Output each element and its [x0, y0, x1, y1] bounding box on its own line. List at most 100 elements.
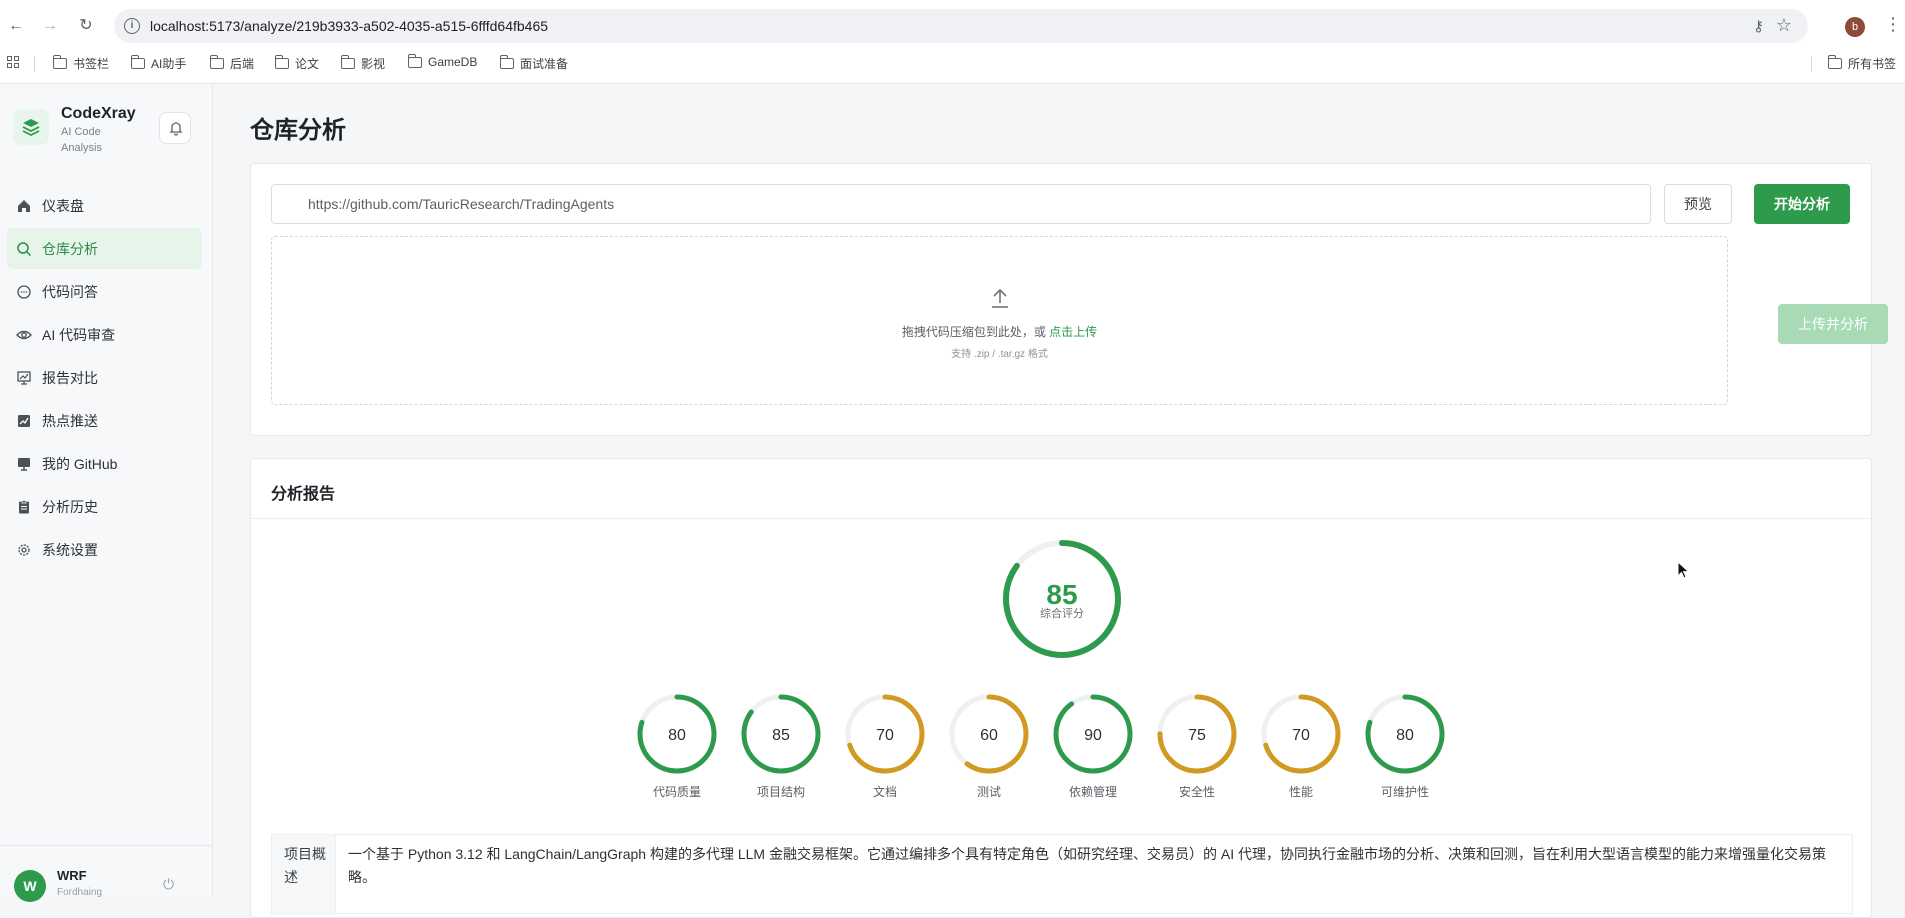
bookmark-label: 影视: [361, 57, 386, 71]
user-name: WRF: [57, 868, 87, 883]
folder-icon: [274, 55, 289, 69]
folder-icon: [499, 55, 514, 69]
metric-label: 测试: [977, 784, 1001, 799]
sidebar-item-dashboard[interactable]: 仪表盘: [7, 185, 202, 226]
profile-avatar[interactable]: b: [1845, 17, 1865, 37]
dropzone-formats: 支持 .zip / .tar.gz 格式: [951, 349, 1048, 360]
bookmark-label: 面试准备: [520, 57, 569, 71]
sidebar-item-repo-analysis[interactable]: 仓库分析: [7, 228, 202, 269]
sidebar-item-my-github[interactable]: 我的 GitHub: [7, 443, 202, 484]
sidebar-item-settings[interactable]: 系统设置: [7, 529, 202, 570]
user-panel: W WRF Fordhaing ⏻: [0, 845, 213, 902]
notifications-button[interactable]: [159, 112, 191, 144]
back-icon[interactable]: ←: [4, 14, 28, 38]
address-bar[interactable]: i localhost:5173/analyze/219b3933-a502-4…: [114, 9, 1808, 43]
metric-label: 代码质量: [653, 785, 701, 799]
overall-score-label: 综合评分: [1040, 606, 1084, 620]
report-card: 分析报告 85 综合评分 80 代码质量 85 项目结构 70 文档 60 测试 90 依赖管理 75 安…: [250, 458, 1872, 918]
clipboard-icon: [19, 499, 29, 513]
star-icon[interactable]: ☆: [1776, 15, 1792, 36]
sidebar-item-report-compare[interactable]: 报告对比: [7, 357, 202, 398]
sidebar-item-label: 代码问答: [42, 283, 98, 300]
bookmark-folder[interactable]: 影视: [340, 55, 386, 72]
apps-grid-icon[interactable]: [7, 56, 21, 70]
folder-icon: [340, 55, 355, 69]
bookmark-folder[interactable]: 后端: [209, 55, 255, 72]
analyze-form-card: https://github.com/TauricResearch/Tradin…: [250, 163, 1888, 436]
browser-menu-icon[interactable]: ⋮: [1884, 14, 1902, 35]
preview-button[interactable]: 预览: [1664, 184, 1732, 224]
upload-icon: [992, 288, 1008, 308]
bookmarks-bar: 书签栏 AI助手 后端 论文 影视 GameDB 面试准备 所有书签: [0, 52, 1905, 78]
address-url[interactable]: localhost:5173/analyze/219b3933-a502-403…: [150, 18, 548, 34]
logout-icon[interactable]: ⏻: [163, 876, 174, 893]
bookmark-label: GameDB: [428, 55, 478, 69]
sidebar-item-label: AI 代码审查: [42, 326, 116, 343]
key-icon[interactable]: ⚷: [1753, 17, 1764, 35]
main-content: 仓库分析 https://github.com/TauricResearch/T…: [213, 84, 1905, 918]
metric-label: 安全性: [1179, 784, 1215, 799]
chat-icon: [17, 284, 31, 299]
sidebar-nav: 仪表盘 仓库分析 代码问答 AI 代码审查 报告对比 热点推送 我的 GitHu…: [7, 185, 202, 572]
site-info-icon[interactable]: i: [124, 18, 140, 34]
avatar[interactable]: W: [14, 870, 46, 902]
sidebar-item-label: 我的 GitHub: [42, 455, 118, 472]
monitor-icon: [18, 457, 30, 471]
overall-score-value: 85: [1046, 579, 1077, 610]
metric-label: 依赖管理: [1069, 784, 1117, 799]
all-bookmarks[interactable]: 所有书签: [1827, 55, 1896, 72]
upload-analyze-button[interactable]: 上传并分析: [1778, 304, 1888, 344]
divider: [1811, 56, 1812, 72]
layers-icon: [22, 119, 40, 137]
metric-score: 70: [876, 727, 894, 744]
folder-icon: [1827, 55, 1842, 69]
reload-icon[interactable]: ↻: [74, 14, 98, 38]
metric-score: 75: [1188, 727, 1206, 744]
bookmark-label: AI助手: [151, 57, 187, 71]
upload-dropzone[interactable]: 拖拽代码压缩包到此处，或 点击上传 支持 .zip / .tar.gz 格式: [271, 236, 1728, 405]
metric-score: 80: [668, 727, 686, 744]
bookmark-folder[interactable]: AI助手: [130, 55, 187, 72]
metric-score: 80: [1396, 727, 1414, 744]
brand-subtitle: AI Code Analysis: [61, 126, 102, 154]
page-title: 仓库分析: [250, 117, 346, 144]
sidebar-item-label: 报告对比: [42, 369, 98, 386]
summary-row: 项目概述 一个基于 Python 3.12 和 LangChain/LangGr…: [271, 834, 1853, 915]
folder-icon: [407, 53, 422, 68]
sidebar-item-label: 热点推送: [42, 412, 98, 429]
search-icon: [17, 241, 32, 256]
bookmark-label: 书签栏: [73, 57, 110, 71]
bookmark-folder[interactable]: 论文: [274, 55, 320, 72]
sidebar-item-label: 仪表盘: [42, 197, 84, 214]
dropzone-hint: 拖拽代码压缩包到此处，或: [901, 325, 1050, 339]
sidebar-item-code-qa[interactable]: 代码问答: [7, 271, 202, 312]
start-analysis-button[interactable]: 开始分析: [1754, 184, 1850, 224]
sidebar-item-trending[interactable]: 热点推送: [7, 400, 202, 441]
dropzone-text: 拖拽代码压缩包到此处，或 点击上传: [272, 323, 1727, 340]
bookmark-folder[interactable]: 书签栏: [52, 55, 110, 72]
metric-label: 可维护性: [1381, 785, 1429, 799]
bookmark-folder[interactable]: GameDB: [407, 53, 478, 69]
metric-label: 性能: [1289, 785, 1313, 799]
repo-url-input[interactable]: https://github.com/TauricResearch/Tradin…: [271, 184, 1651, 224]
score-gauges: 85综合评分80代码质量85项目结构70文档60测试90依赖管理75安全性70性…: [637, 540, 1445, 799]
metric-label: 项目结构: [757, 784, 805, 799]
folder-icon: [130, 55, 145, 69]
metric-label: 文档: [873, 784, 897, 799]
metric-score: 90: [1084, 727, 1102, 744]
bell-icon: [169, 122, 183, 136]
metric-score: 60: [980, 727, 998, 744]
summary-text: 一个基于 Python 3.12 和 LangChain/LangGraph 构…: [348, 846, 1826, 885]
eye-icon: [16, 330, 32, 339]
metric-score: 70: [1292, 727, 1310, 744]
compare-icon: [17, 370, 31, 385]
sidebar-item-code-review[interactable]: AI 代码审查: [7, 314, 202, 355]
sidebar-item-label: 分析历史: [42, 498, 98, 515]
sidebar-item-history[interactable]: 分析历史: [7, 486, 202, 527]
bookmark-label: 后端: [230, 57, 255, 71]
bookmark-folder[interactable]: 面试准备: [499, 55, 569, 72]
bookmark-label: 论文: [295, 57, 320, 71]
click-upload-link[interactable]: 点击上传: [1049, 325, 1097, 339]
folder-icon: [209, 55, 224, 69]
forward-icon[interactable]: →: [38, 14, 62, 38]
